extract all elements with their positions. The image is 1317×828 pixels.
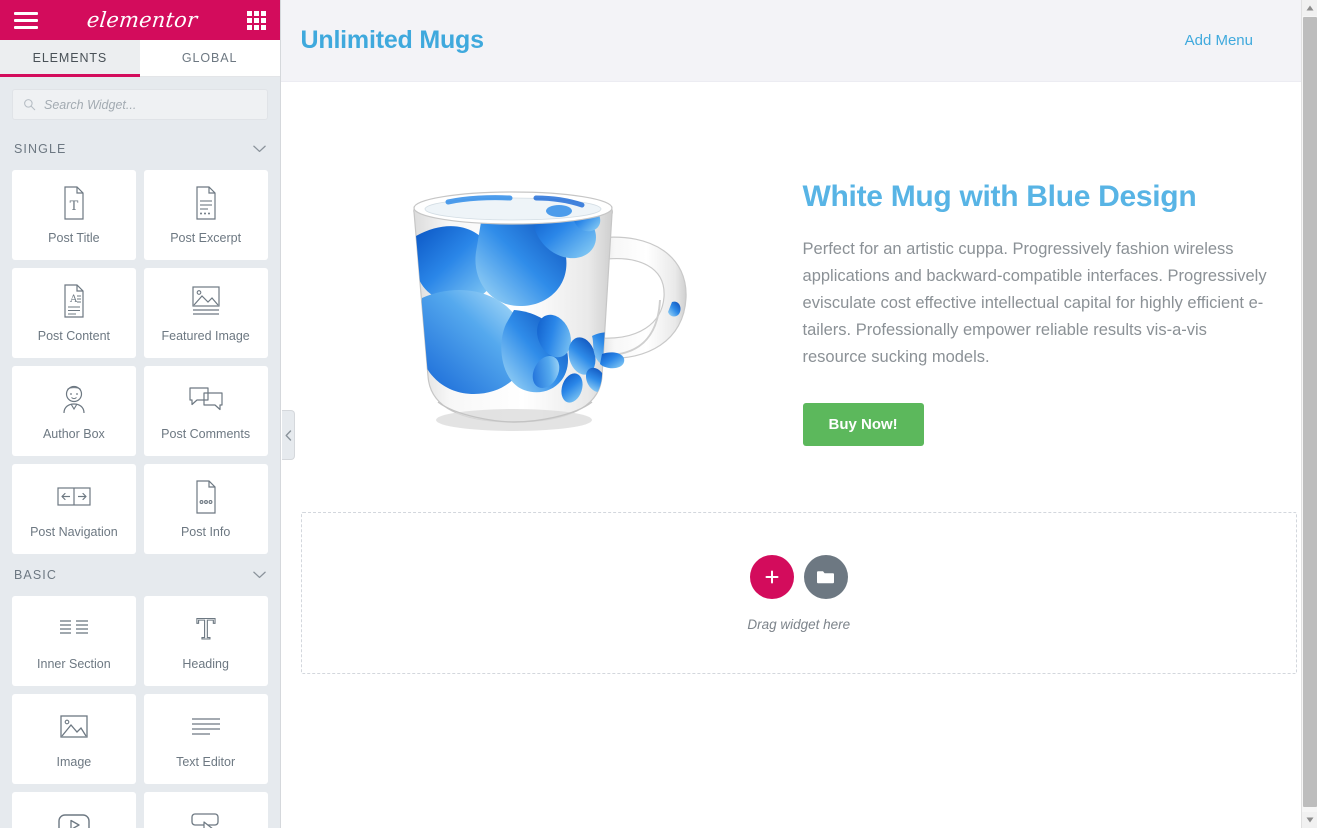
widget-label: Post Content xyxy=(37,328,110,343)
widget-post-info[interactable]: Post Info xyxy=(143,464,268,554)
text-editor-icon xyxy=(190,710,222,744)
svg-text:A: A xyxy=(69,294,78,305)
tab-global[interactable]: GLOBAL xyxy=(139,40,280,77)
elementor-editor: elementor ELEMENTS GLOBAL SINGLE xyxy=(0,0,1317,828)
widget-heading[interactable]: T Heading xyxy=(143,596,268,686)
elementor-logo-text: elementor xyxy=(85,8,199,32)
dropzone-buttons xyxy=(749,554,848,599)
tab-elements[interactable]: ELEMENTS xyxy=(0,40,140,77)
scrollbar-thumb[interactable] xyxy=(1303,17,1317,807)
widget-label: Post Comments xyxy=(161,426,251,441)
drop-zone[interactable]: Drag widget here xyxy=(300,512,1297,674)
widget-post-content[interactable]: A Post Content xyxy=(12,268,136,358)
grid-apps-icon[interactable] xyxy=(246,10,266,30)
post-content-icon: A xyxy=(60,283,88,318)
widget-inner-section[interactable]: Inner Section xyxy=(12,596,136,686)
widget-post-title[interactable]: T Post Title xyxy=(12,170,136,260)
widget-author-box[interactable]: Author Box xyxy=(12,366,136,456)
site-title[interactable]: Unlimited Mugs xyxy=(301,26,485,55)
widget-label: Heading xyxy=(182,656,229,671)
author-box-icon xyxy=(58,382,90,416)
widget-text-editor[interactable]: Text Editor xyxy=(143,694,268,784)
panel-tabs: ELEMENTS GLOBAL xyxy=(0,40,280,77)
mug-image xyxy=(412,191,687,431)
buy-now-button[interactable]: Buy Now! xyxy=(802,403,924,446)
widget-label: Post Title xyxy=(48,230,100,245)
chevron-down-icon[interactable] xyxy=(252,571,266,579)
widget-image[interactable]: Image xyxy=(12,694,136,784)
widget-panel: elementor ELEMENTS GLOBAL SINGLE xyxy=(0,0,281,828)
widget-label: Post Info xyxy=(180,524,231,539)
product-title: White Mug with Blue Design xyxy=(802,180,1197,213)
section-header-basic[interactable]: BASIC xyxy=(12,554,268,596)
chevron-down-icon[interactable] xyxy=(252,145,266,153)
site-header: Unlimited Mugs Add Menu xyxy=(280,0,1317,82)
post-title-icon: T xyxy=(60,185,88,220)
widget-label: Image xyxy=(56,754,92,769)
widget-label: Author Box xyxy=(42,426,105,441)
elementor-logo[interactable]: elementor xyxy=(38,8,247,32)
widget-list[interactable]: SINGLE T Post Title Post Excerpt A Post … xyxy=(0,128,280,828)
widget-grid-basic: Inner Section T Heading Image Text Edito… xyxy=(12,596,268,828)
widget-post-comments[interactable]: Post Comments xyxy=(143,366,268,456)
widget-button[interactable]: Button xyxy=(143,792,268,828)
product-info: White Mug with Blue Design Perfect for a… xyxy=(801,122,1297,470)
search-box[interactable] xyxy=(12,89,268,120)
search-area xyxy=(0,77,280,128)
post-navigation-icon xyxy=(57,480,91,514)
folder-icon xyxy=(817,570,835,583)
chevron-left-icon xyxy=(285,429,291,441)
widget-label: Post Navigation xyxy=(30,524,118,539)
section-header-single[interactable]: SINGLE xyxy=(12,128,268,170)
dropzone-wrap: Drag widget here xyxy=(281,512,1317,674)
widget-featured-image[interactable]: Featured Image xyxy=(143,268,268,358)
chevron-down-icon xyxy=(1306,817,1314,823)
widget-grid-single: T Post Title Post Excerpt A Post Content… xyxy=(12,170,268,554)
button-icon xyxy=(189,808,223,828)
chevron-up-icon xyxy=(1306,5,1313,11)
search-icon xyxy=(24,99,36,111)
panel-collapse-handle[interactable] xyxy=(282,410,295,460)
inner-section-icon xyxy=(58,612,90,646)
preview-canvas: Unlimited Mugs Add Menu White Mug with B… xyxy=(280,0,1317,828)
scroll-up-arrow[interactable] xyxy=(1302,0,1317,16)
post-excerpt-icon xyxy=(192,185,220,220)
add-section-button[interactable] xyxy=(749,554,794,599)
section-title-single: SINGLE xyxy=(14,142,67,156)
panel-header: elementor xyxy=(0,0,280,40)
heading-icon: T xyxy=(191,612,221,646)
dropzone-label: Drag widget here xyxy=(747,616,851,632)
hamburger-menu-icon[interactable] xyxy=(14,11,38,29)
product-section: White Mug with Blue Design Perfect for a… xyxy=(281,82,1317,490)
template-library-button[interactable] xyxy=(803,554,848,599)
featured-image-icon xyxy=(189,284,223,318)
widget-post-excerpt[interactable]: Post Excerpt xyxy=(143,170,268,260)
section-title-basic: BASIC xyxy=(14,568,58,582)
image-icon xyxy=(59,710,89,744)
widget-label: Post Excerpt xyxy=(170,230,242,245)
widget-video[interactable]: Video xyxy=(12,792,136,828)
scroll-down-arrow[interactable] xyxy=(1302,812,1317,828)
product-description: Perfect for an artistic cuppa. Progressi… xyxy=(802,240,1267,366)
widget-label: Inner Section xyxy=(37,656,111,671)
widget-label: Text Editor xyxy=(176,754,236,769)
canvas-scrollbar[interactable] xyxy=(1301,0,1317,828)
plus-icon xyxy=(765,570,779,583)
widget-post-navigation[interactable]: Post Navigation xyxy=(12,464,136,554)
product-image[interactable] xyxy=(301,122,801,470)
widget-label: Featured Image xyxy=(161,328,250,343)
search-input[interactable] xyxy=(44,97,257,112)
video-icon xyxy=(57,808,91,828)
add-menu-link[interactable]: Add Menu xyxy=(1185,32,1295,49)
svg-text:T: T xyxy=(196,614,215,644)
post-comments-icon xyxy=(188,382,224,416)
svg-text:T: T xyxy=(70,199,79,214)
post-info-icon xyxy=(192,479,220,514)
